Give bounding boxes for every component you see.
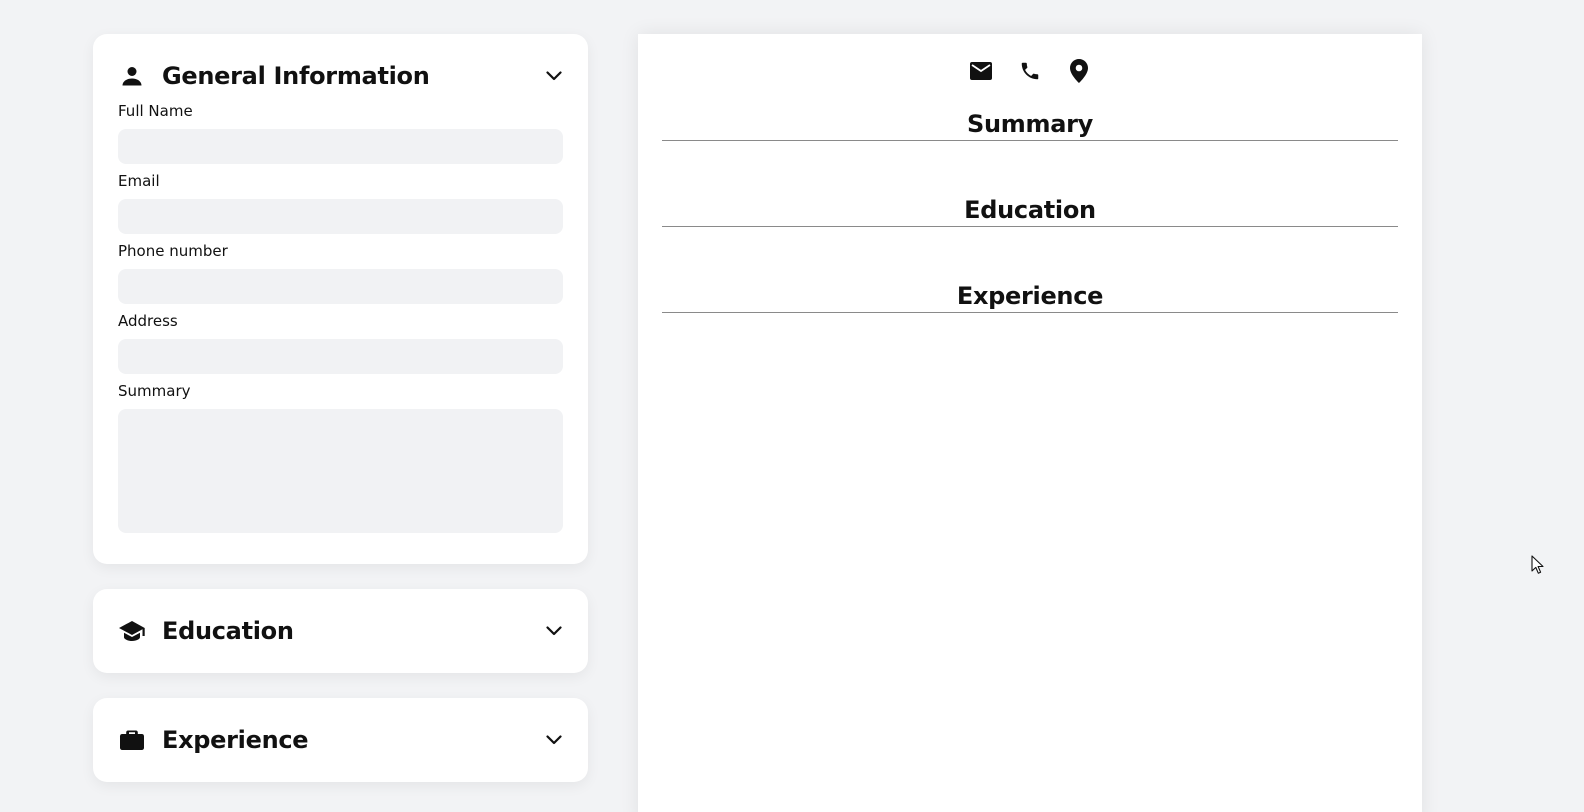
general-information-panel: General Information Full Name Email Phon… [93,34,588,564]
preview-experience-heading: Experience [956,282,1104,310]
address-input[interactable] [118,339,563,374]
resume-preview: Summary Education Experience [638,34,1422,812]
phone-icon [1018,58,1043,83]
phone-label: Phone number [118,242,228,260]
preview-summary-heading: Summary [967,110,1093,138]
full-name-group: Full Name [118,102,563,164]
preview-summary-section: Summary [662,109,1398,141]
email-label: Email [118,172,160,190]
experience-title: Experience [162,726,309,754]
general-information-title: General Information [162,62,430,90]
address-group: Address [118,312,563,374]
preview-experience-section: Experience [662,281,1398,313]
contact-icons [638,58,1422,83]
experience-divider [662,312,1398,313]
graduation-cap-icon [118,617,146,645]
summary-group: Summary [118,382,563,533]
experience-panel: Experience [93,698,588,782]
summary-divider [662,140,1398,141]
education-divider [662,226,1398,227]
education-title: Education [162,617,294,645]
full-name-input[interactable] [118,129,563,164]
email-icon [969,58,994,83]
education-panel: Education [93,589,588,673]
address-label: Address [118,312,178,330]
chevron-down-icon[interactable] [544,621,564,641]
preview-education-section: Education [662,195,1398,227]
full-name-label: Full Name [118,102,193,120]
education-header[interactable]: Education [93,589,588,673]
briefcase-icon [118,726,146,754]
location-pin-icon [1067,58,1092,83]
phone-input[interactable] [118,269,563,304]
summary-label: Summary [118,382,191,400]
email-group: Email [118,172,563,234]
chevron-down-icon[interactable] [544,730,564,750]
chevron-down-icon[interactable] [544,66,564,86]
email-input[interactable] [118,199,563,234]
phone-group: Phone number [118,242,563,304]
mouse-cursor-icon [1531,555,1545,579]
summary-textarea[interactable] [118,409,563,533]
person-icon [118,62,146,90]
experience-header[interactable]: Experience [93,698,588,782]
preview-education-heading: Education [964,196,1096,224]
